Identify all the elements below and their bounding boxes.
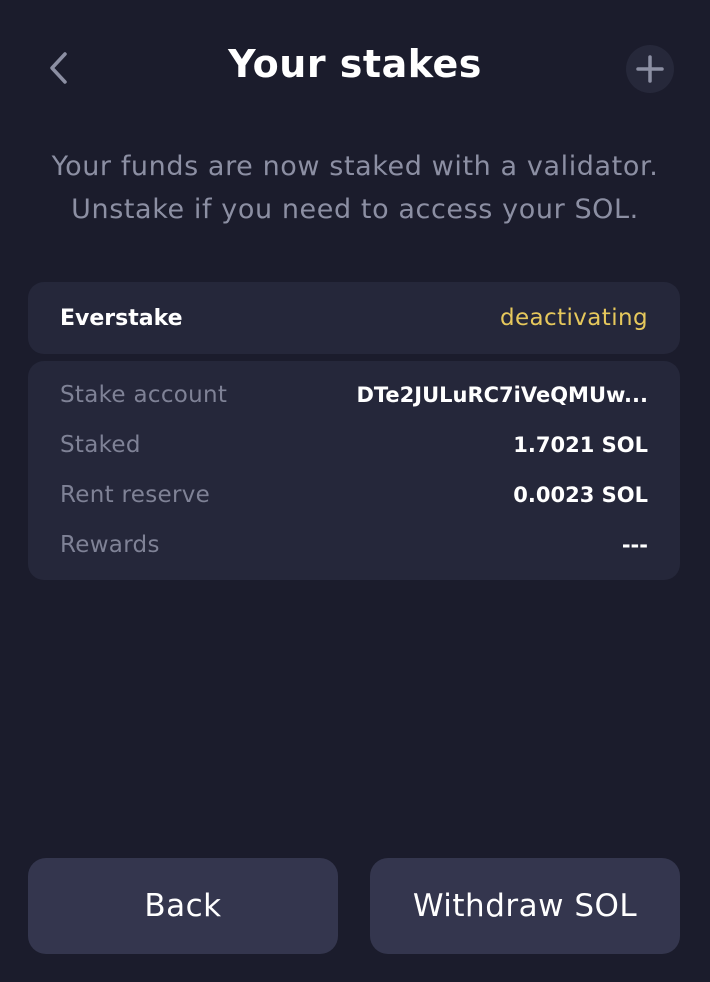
subtitle-line-1: Your funds are now staked with a validat… [51, 151, 659, 182]
add-stake-button[interactable] [626, 45, 674, 93]
stake-account-value[interactable]: DTe2JULuRC7iVeQMUw... [356, 383, 648, 407]
status-badge: deactivating [500, 305, 648, 331]
detail-label: Stake account [60, 382, 228, 408]
validator-card[interactable]: Everstake deactivating [28, 282, 680, 354]
detail-label: Rewards [60, 532, 160, 558]
validator-name: Everstake [60, 305, 183, 331]
detail-row-stake-account: Stake account DTe2JULuRC7iVeQMUw... [60, 375, 648, 415]
detail-row-staked: Staked 1.7021 SOL [60, 425, 648, 465]
subtitle-line-2: Unstake if you need to access your SOL. [71, 194, 639, 225]
withdraw-sol-button[interactable]: Withdraw SOL [370, 858, 680, 954]
header: Your stakes [0, 0, 710, 136]
rent-reserve-value: 0.0023 SOL [513, 483, 648, 507]
detail-row-rewards: Rewards --- [60, 525, 648, 565]
subtitle: Your funds are now staked with a validat… [20, 145, 690, 231]
detail-row-rent-reserve: Rent reserve 0.0023 SOL [60, 475, 648, 515]
staked-value: 1.7021 SOL [513, 433, 648, 457]
detail-label: Rent reserve [60, 482, 211, 508]
stake-details-card: Stake account DTe2JULuRC7iVeQMUw... Stak… [28, 361, 680, 580]
detail-label: Staked [60, 432, 141, 458]
plus-icon [636, 55, 664, 83]
rewards-value: --- [621, 533, 648, 557]
page-title: Your stakes [228, 42, 482, 86]
back-button[interactable]: Back [28, 858, 338, 954]
